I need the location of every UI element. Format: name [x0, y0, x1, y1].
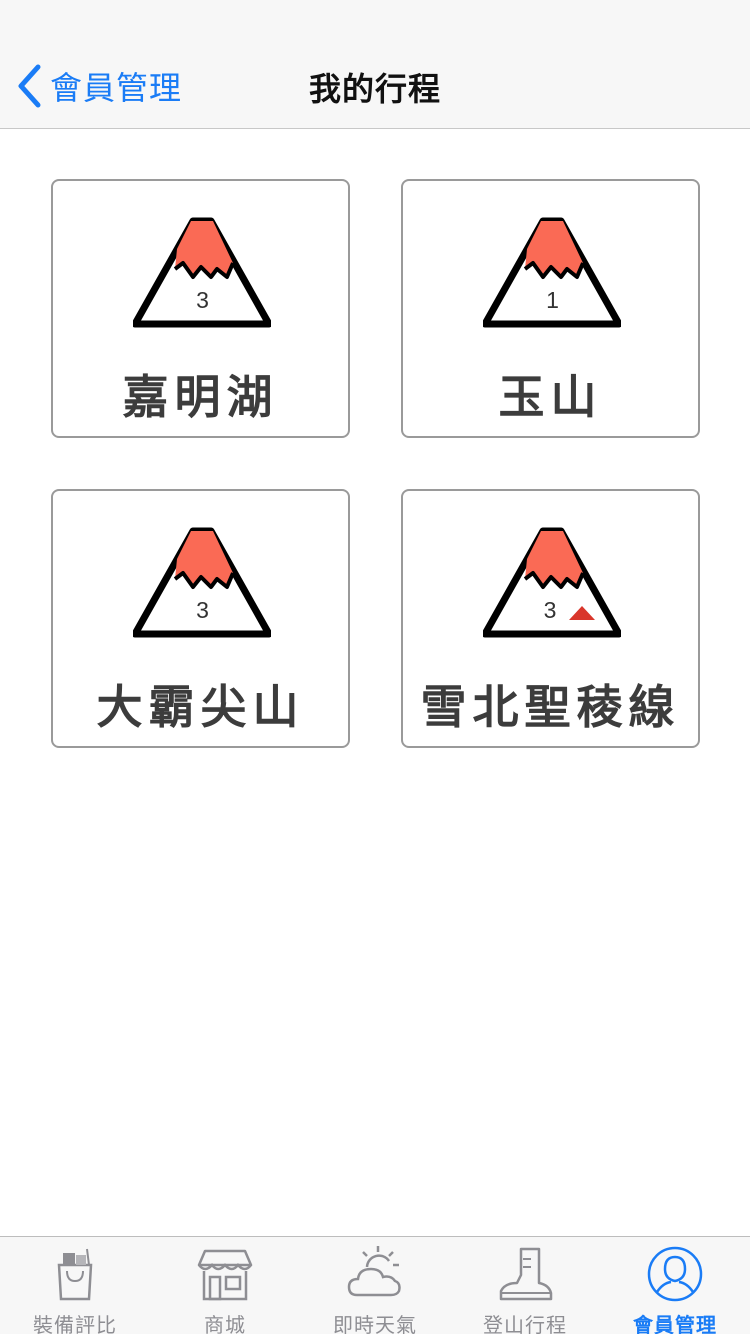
tab-label: 即時天氣	[333, 1313, 417, 1334]
hiking-boot-icon	[499, 1247, 553, 1301]
tab-label: 會員管理	[633, 1313, 717, 1334]
trip-card[interactable]: 3 大霸尖山	[51, 489, 350, 748]
weather-icon	[347, 1246, 401, 1297]
trip-name: 雪北聖稜線	[420, 680, 681, 734]
user-icon	[647, 1246, 703, 1302]
warning-triangle-icon	[569, 606, 595, 620]
tab-label: 裝備評比	[33, 1313, 117, 1334]
trip-number: 3	[196, 597, 209, 623]
trip-card[interactable]: 3 嘉明湖	[51, 179, 350, 438]
shopping-bag-icon	[57, 1248, 93, 1301]
storefront-icon	[197, 1249, 253, 1301]
tab-hiking-trips[interactable]: 登山行程	[450, 1237, 600, 1334]
trip-number: 1	[546, 287, 559, 313]
trip-card[interactable]: 1 玉山	[401, 179, 700, 438]
page-title: 我的行程	[308, 70, 441, 108]
tab-shop[interactable]: 商城	[150, 1237, 300, 1334]
tab-bar: 裝備評比 商城 即時天氣 登山行程 會員管理	[0, 1236, 750, 1334]
trip-number: 3	[543, 597, 557, 623]
trip-card[interactable]: 3 雪北聖稜線	[401, 489, 700, 748]
trip-name: 玉山	[498, 370, 603, 424]
trip-name: 嘉明湖	[122, 370, 279, 424]
tab-weather[interactable]: 即時天氣	[300, 1237, 450, 1334]
tab-label: 商城	[204, 1313, 246, 1334]
trip-name: 大霸尖山	[96, 680, 305, 734]
tab-member-management[interactable]: 會員管理	[600, 1237, 750, 1334]
tab-label: 登山行程	[483, 1313, 567, 1334]
trip-number: 3	[196, 287, 209, 313]
tab-gear-review[interactable]: 裝備評比	[0, 1237, 150, 1334]
navigation-bar: 會員管理 我的行程	[0, 0, 750, 129]
